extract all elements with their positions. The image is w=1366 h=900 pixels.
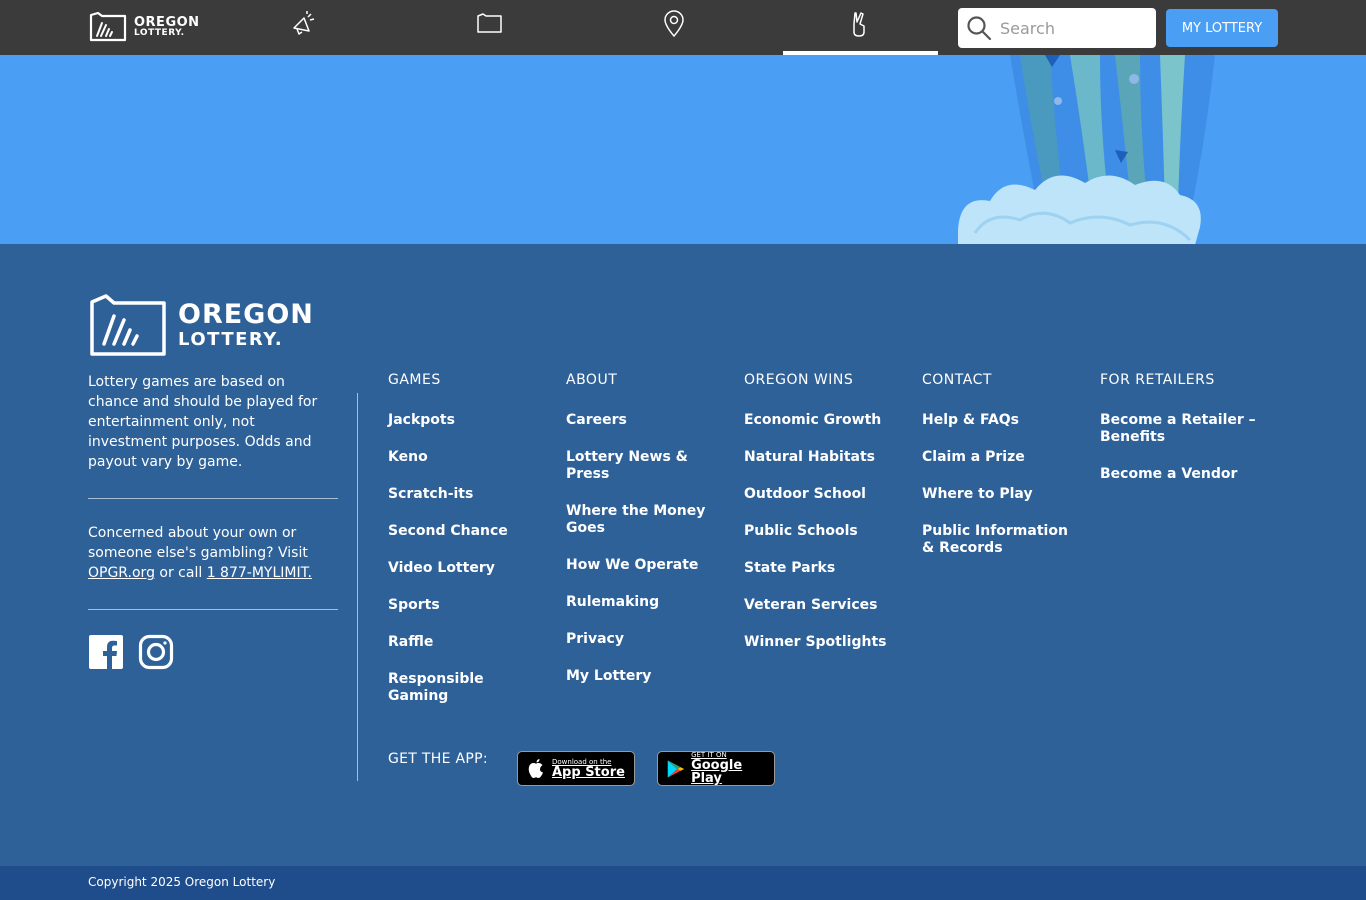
footer-link-my-lottery[interactable]: My Lottery [566, 668, 651, 684]
footer-column-retailers: FOR RETAILERS Become a Retailer – Benefi… [1100, 372, 1260, 503]
footer-column-about: ABOUT Careers Lottery News & Press Where… [566, 372, 726, 705]
oregon-lottery-logo[interactable]: OREGON LOTTERY. [88, 11, 200, 43]
mylimit-phone-link[interactable]: 1 877-MYLIMIT. [207, 565, 312, 581]
footer-link-news-press[interactable]: Lottery News & Press [566, 449, 688, 482]
divider [88, 609, 338, 610]
logo-text-line2: LOTTERY. [134, 28, 185, 38]
footer-link-state-parks[interactable]: State Parks [744, 560, 835, 576]
footer-link-responsible-gaming[interactable]: Responsible Gaming [388, 671, 484, 704]
active-nav-indicator [783, 51, 938, 55]
copyright-bar: Copyright 2025 Oregon Lottery [0, 866, 1366, 900]
concern-text-middle: or call [154, 565, 207, 581]
footer-link-sports[interactable]: Sports [388, 597, 440, 613]
google-play-button[interactable]: GET IT ON Google Play [657, 751, 775, 786]
opgr-link[interactable]: OPGR.org [88, 565, 155, 581]
footer-logo-line2: LOTTERY. [178, 329, 284, 351]
footer-link-public-schools[interactable]: Public Schools [744, 523, 858, 539]
footer-link-outdoor-school[interactable]: Outdoor School [744, 486, 866, 502]
concern-text: Concerned about your own or someone else… [88, 525, 308, 561]
column-heading: CONTACT [922, 372, 992, 388]
footer-link-raffle[interactable]: Raffle [388, 634, 433, 650]
column-heading: GAMES [388, 372, 441, 388]
footer-link-jackpots[interactable]: Jackpots [388, 412, 455, 428]
footer-left-column: Lottery games are based on chance and sh… [88, 372, 338, 670]
site-footer: OREGON LOTTERY. Lottery games are based … [0, 244, 1366, 866]
search-input[interactable] [1000, 18, 1150, 38]
footer-link-where-to-play[interactable]: Where to Play [922, 486, 1033, 502]
footer-column-oregon-wins: OREGON WINS Economic Growth Natural Habi… [744, 372, 904, 671]
search-field[interactable] [958, 8, 1156, 48]
footer-link-public-records[interactable]: Public Information & Records [922, 523, 1068, 556]
crossed-fingers-icon[interactable] [843, 8, 875, 40]
footer-link-rulemaking[interactable]: Rulemaking [566, 594, 659, 610]
my-lottery-button[interactable]: MY LOTTERY [1166, 9, 1278, 47]
google-play-icon [667, 759, 685, 778]
app-store-button[interactable]: Download on the App Store [517, 751, 635, 786]
footer-link-winner-spotlights[interactable]: Winner Spotlights [744, 634, 886, 650]
social-links [88, 634, 338, 670]
app-store-big-text: App Store [552, 764, 625, 780]
apple-icon [528, 758, 543, 778]
footer-link-privacy[interactable]: Privacy [566, 631, 624, 647]
column-heading: FOR RETAILERS [1100, 372, 1215, 388]
vertical-divider [357, 393, 358, 781]
footer-logo-line1: OREGON [178, 299, 314, 331]
gaming-disclaimer: Lottery games are based on chance and sh… [88, 374, 318, 470]
footer-link-careers[interactable]: Careers [566, 412, 627, 428]
footer-link-become-vendor[interactable]: Become a Vendor [1100, 466, 1237, 482]
footer-link-help-faqs[interactable]: Help & FAQs [922, 412, 1019, 428]
footer-link-scratch-its[interactable]: Scratch-its [388, 486, 473, 502]
footer-link-natural-habitats[interactable]: Natural Habitats [744, 449, 875, 465]
megaphone-icon[interactable] [288, 8, 320, 40]
oregon-state-badge-icon [89, 11, 127, 42]
column-heading: OREGON WINS [744, 372, 854, 388]
footer-column-contact: CONTACT Help & FAQs Claim a Prize Where … [922, 372, 1082, 577]
footer-link-how-we-operate[interactable]: How We Operate [566, 557, 698, 573]
column-heading: ABOUT [566, 372, 618, 388]
google-play-big-text: Google Play [691, 758, 743, 786]
footer-oregon-lottery-logo[interactable]: OREGON LOTTERY. [88, 294, 314, 358]
hero-banner [0, 55, 1366, 244]
get-app-label: GET THE APP: [388, 751, 488, 767]
copyright-text: Copyright 2025 Oregon Lottery [88, 875, 276, 889]
footer-link-video-lottery[interactable]: Video Lottery [388, 560, 495, 576]
top-navigation-bar: OREGON LOTTERY. MY LOTTERY [0, 0, 1366, 55]
facebook-icon[interactable] [88, 634, 124, 670]
footer-link-become-retailer[interactable]: Become a Retailer – Benefits [1100, 412, 1256, 445]
footer-column-games: GAMES Jackpots Keno Scratch-its Second C… [388, 372, 548, 725]
oregon-state-badge-icon [90, 294, 166, 356]
footer-link-where-money-goes[interactable]: Where the Money Goes [566, 503, 705, 536]
footer-link-claim-prize[interactable]: Claim a Prize [922, 449, 1025, 465]
footer-link-keno[interactable]: Keno [388, 449, 428, 465]
waterfall-illustration [958, 55, 1215, 244]
location-pin-icon[interactable] [658, 8, 690, 40]
divider [88, 498, 338, 499]
oregon-map-icon[interactable] [473, 8, 505, 40]
instagram-icon[interactable] [138, 634, 174, 670]
search-icon [967, 16, 992, 41]
footer-link-economic-growth[interactable]: Economic Growth [744, 412, 881, 428]
footer-link-veteran-services[interactable]: Veteran Services [744, 597, 877, 613]
problem-gambling-note: Concerned about your own or someone else… [88, 523, 338, 583]
footer-link-second-chance[interactable]: Second Chance [388, 523, 508, 539]
